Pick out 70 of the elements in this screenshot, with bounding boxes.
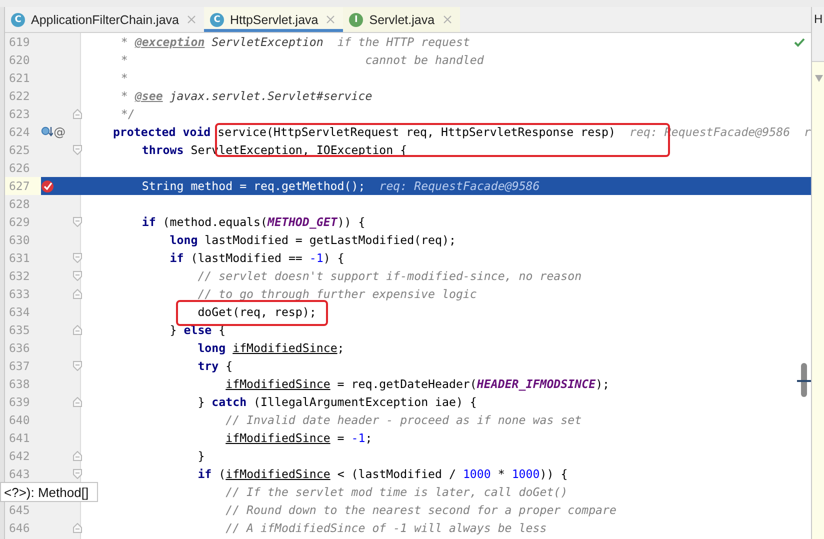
line-number: 643 (9, 467, 30, 481)
line-number: 637 (9, 359, 30, 373)
close-icon[interactable] (326, 15, 336, 24)
code-line: // to go through further expensive logic (196, 287, 477, 301)
line-number: 639 (9, 395, 30, 409)
line-number: 622 (9, 89, 30, 103)
line-number: 636 (9, 341, 30, 355)
code-line: ifModifiedSince = -1; (224, 431, 372, 445)
annotation-marker[interactable]: @ (54, 125, 66, 139)
line-number: 633 (9, 287, 30, 301)
code-line: if (method.equals(METHOD_GET)) { (140, 215, 366, 229)
code-line: } (196, 449, 205, 463)
code-line: ifModifiedSince = req.getDateHeader(HEADER_IFMODSINCE); (224, 377, 610, 391)
code-line: * @see javax.servlet.Servlet#service (120, 89, 372, 103)
line-number: 620 (9, 53, 30, 67)
line-number: 630 (9, 233, 30, 247)
inline-value-hint: req: RequestFacade@9586 (379, 179, 540, 193)
code-line: long ifModifiedSince; (196, 341, 344, 355)
code-line: protected void service(HttpServletRequest req, HttpServletResponse resp) (112, 125, 616, 139)
panel-title: H (813, 11, 823, 26)
code-line: * @exception ServletException if the HTTP request (120, 35, 470, 49)
code-line: try { (196, 359, 233, 373)
line-number: 621 (9, 71, 30, 85)
line-number: 645 (9, 503, 30, 517)
line-number: 631 (9, 251, 30, 265)
code-line: // If the servlet mod time is later, call doGet() (224, 485, 568, 499)
close-icon[interactable] (187, 15, 196, 24)
line-number: 619 (9, 35, 30, 49)
code-line: */ (120, 107, 135, 121)
file-type-icon: C (11, 12, 25, 26)
line-number: 623 (9, 107, 30, 121)
code-line: // A ifModifiedSince of -1 will always be less (224, 521, 547, 535)
line-number: 635 (9, 323, 30, 337)
file-type-icon: C (210, 12, 224, 26)
line-number: 638 (9, 377, 30, 391)
editor-tab[interactable]: C ApplicationFilterChain.java (5, 7, 204, 32)
line-number: 628 (9, 197, 30, 211)
code-line: String method = req.getMethod(); (140, 179, 366, 193)
editor-tab[interactable]: I Servlet.java (343, 7, 460, 32)
code-line: * cannot be handled (120, 53, 484, 67)
code-line: * (120, 71, 128, 85)
file-type-icon: I (349, 12, 364, 26)
breakpoint-icon[interactable] (41, 180, 54, 192)
editor-tab[interactable]: C HttpServlet.java (204, 7, 344, 32)
scrollbar-thumb[interactable] (801, 363, 807, 397)
line-number: 629 (9, 215, 30, 229)
line-number: 642 (9, 449, 30, 463)
code-line: // servlet doesn't support if-modified-since, no reason (196, 269, 582, 283)
line-number: 641 (9, 431, 30, 445)
code-line: if (lastModified == -1) { (168, 251, 344, 265)
code-line: if (ifModifiedSince < (lastModified / 1000 * 1000)) { (196, 467, 568, 481)
line-number: 640 (9, 413, 30, 427)
close-icon[interactable] (442, 15, 452, 24)
code-line: } catch (IllegalArgumentException iae) { (196, 395, 477, 409)
code-line: doGet(req, resp); (196, 305, 316, 319)
line-number: 626 (9, 161, 30, 175)
code-line: // Round down to the nearest second for a proper compare (224, 503, 616, 517)
popup-text: <?>): Method[] (4, 484, 89, 500)
line-number: 624 (9, 125, 30, 139)
check-icon (794, 38, 805, 47)
line-number: 625 (9, 143, 30, 157)
override-icon[interactable] (40, 126, 53, 138)
code-line: // Invalid date header - proceed as if none was set (224, 413, 582, 427)
line-number: 646 (9, 521, 30, 535)
line-number: 634 (9, 305, 30, 319)
line-number: 632 (9, 269, 30, 283)
triangle-icon[interactable] (815, 75, 823, 82)
code-line: long lastModified = getLastModified(req); (168, 233, 456, 247)
scroll-marker (797, 380, 811, 382)
line-number: 627 (9, 179, 30, 193)
